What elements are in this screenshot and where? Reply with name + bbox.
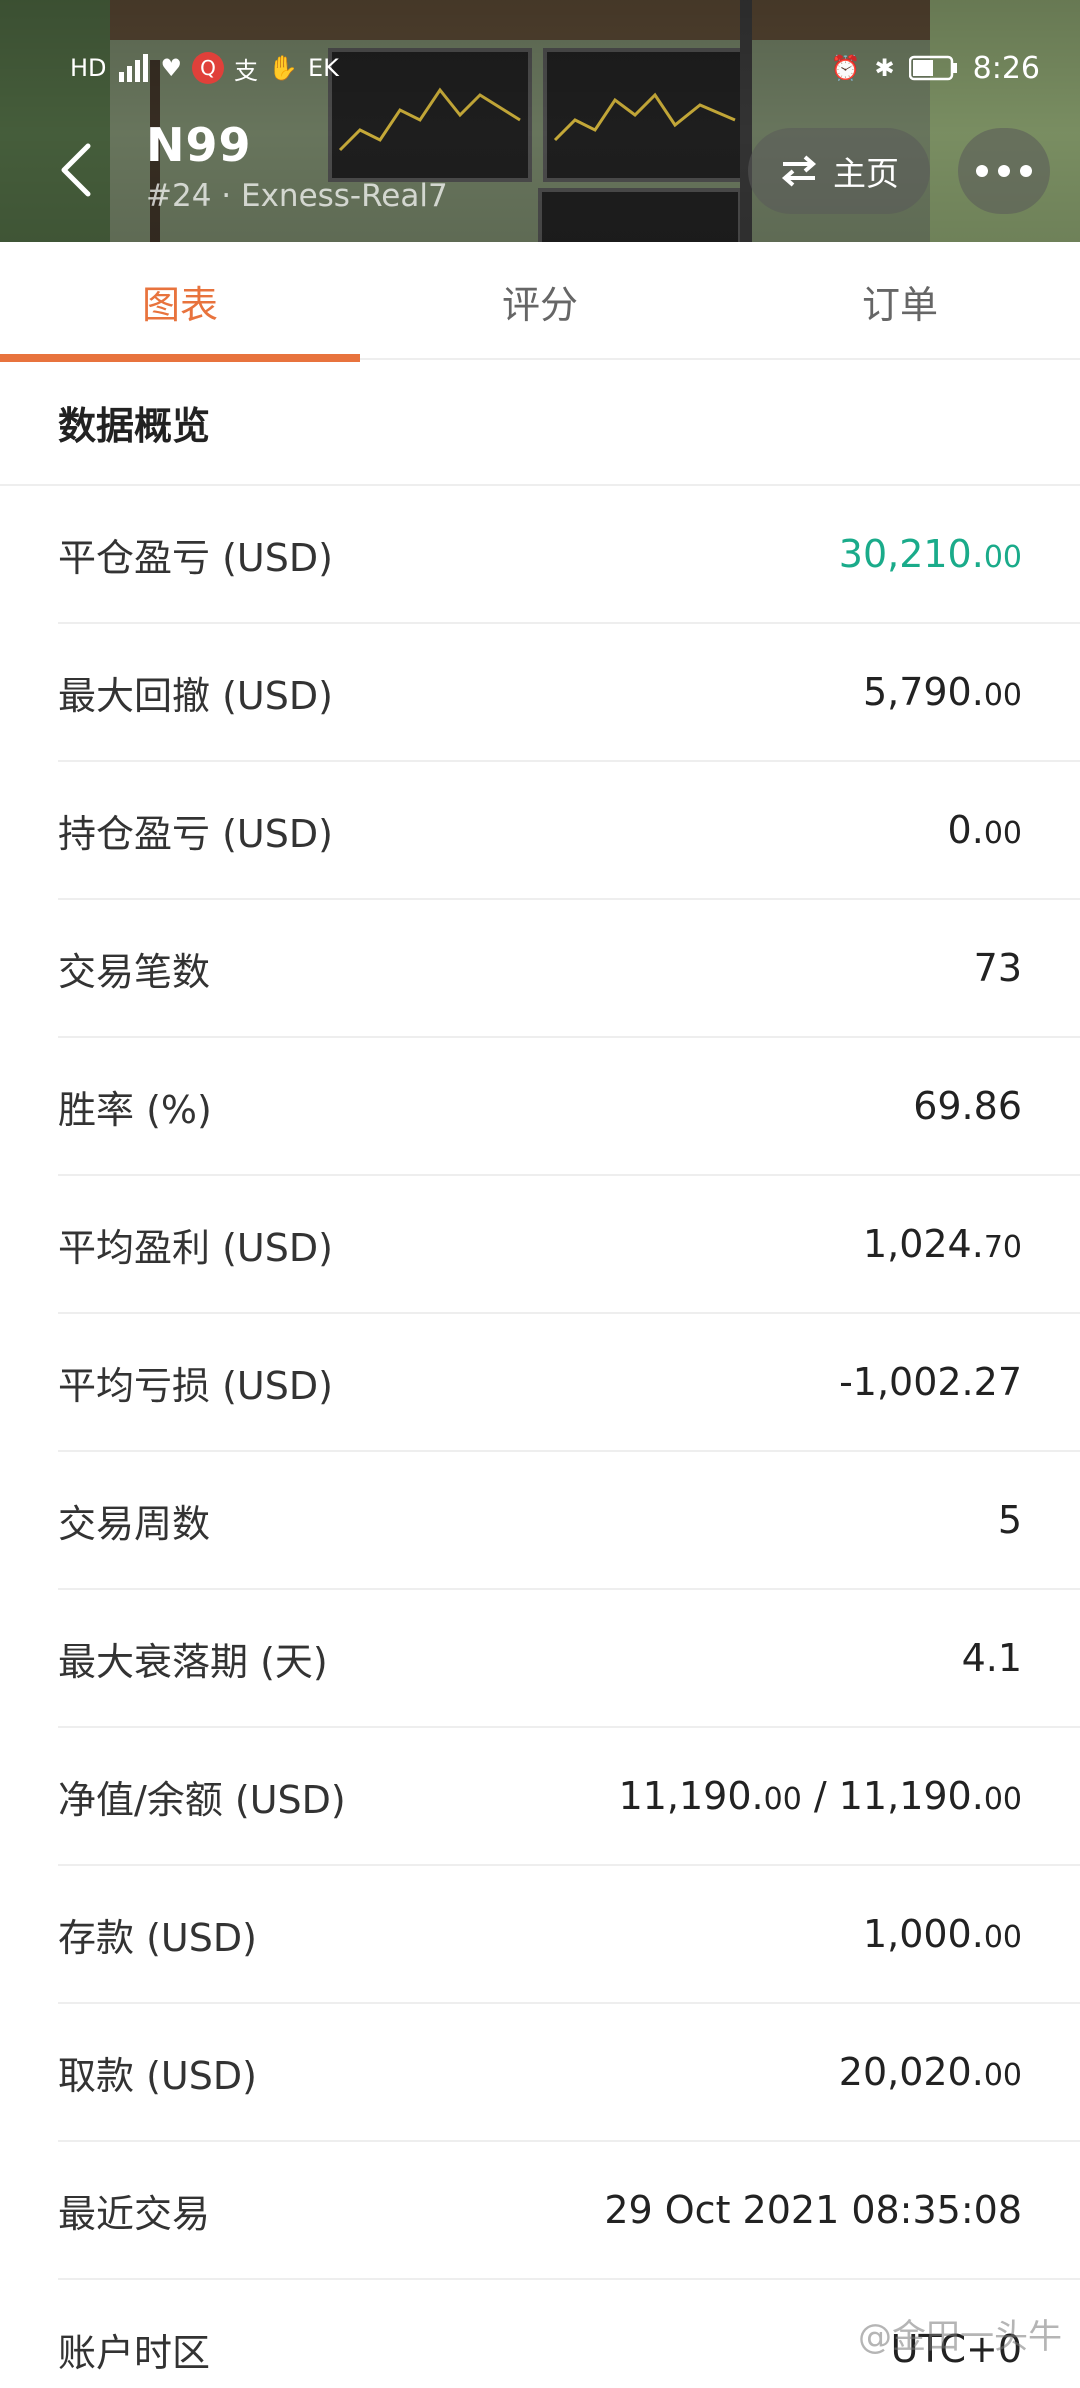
- swap-arrows-icon: [781, 155, 817, 187]
- back-button[interactable]: [46, 128, 106, 212]
- stat-value-dec: 00: [983, 2058, 1022, 2093]
- header-banner: HD ♥ Q 支 ✋ EK ⏰ ✱ 8:26 N99 #24 · Exness-…: [0, 0, 1080, 242]
- hd-icon: HD: [70, 54, 107, 82]
- stat-value-int: 1,000.: [862, 1912, 984, 1956]
- stats-list: 平仓盈亏 (USD) 30,210.00 最大回撤 (USD) 5,790.00…: [0, 486, 1080, 2388]
- more-options-button[interactable]: [958, 128, 1050, 214]
- status-right-icons: ⏰ ✱ 8:26: [831, 48, 1040, 88]
- stat-value: 29 Oct 2021 08:35:08: [604, 2188, 1022, 2232]
- stat-value-int: 5: [997, 1498, 1022, 1542]
- stat-label: 胜率 (%): [58, 1087, 212, 1132]
- status-left-icons: HD ♥ Q 支 ✋ EK: [70, 48, 339, 88]
- hand-icon: ✋: [268, 54, 298, 82]
- stat-label: 存款 (USD): [58, 1915, 257, 1960]
- tab-bar: 图表 评分 订单: [0, 242, 1080, 362]
- stat-value-dec: 00: [983, 678, 1022, 713]
- stat-row-avg-profit: 平均盈利 (USD) 1,024.70: [58, 1176, 1080, 1314]
- stat-value: 5: [998, 1498, 1022, 1542]
- stat-value-dec: 00: [763, 1782, 802, 1817]
- tab-orders[interactable]: 订单: [720, 242, 1080, 360]
- stat-value: 0.00: [948, 808, 1022, 852]
- tab-chart[interactable]: 图表: [0, 242, 360, 362]
- account-title: N99: [146, 118, 252, 172]
- watermark-text: @金田一头牛: [858, 2317, 1062, 2357]
- account-subtitle: #24 · Exness-Real7: [146, 178, 448, 214]
- alipay-icon: 支: [234, 56, 259, 85]
- stat-row-max-drawdown: 最大回撤 (USD) 5,790.00: [58, 624, 1080, 762]
- stat-value: -1,002.27: [839, 1360, 1022, 1404]
- stat-label: 最大回撤 (USD): [58, 673, 333, 718]
- more-dots-icon: [976, 165, 1032, 177]
- stat-label: 最大衰落期 (天): [58, 1639, 328, 1684]
- status-bar: HD ♥ Q 支 ✋ EK ⏰ ✱ 8:26: [70, 48, 1040, 88]
- stat-value-dec: 70: [983, 1230, 1022, 1265]
- alarm-icon: ⏰: [830, 54, 861, 82]
- stat-value-int: -1,002.27: [839, 1360, 1022, 1404]
- stat-row-max-decline-period: 最大衰落期 (天) 4.1: [58, 1590, 1080, 1728]
- tab-rating[interactable]: 评分: [360, 242, 720, 360]
- stat-value: 1,000.00: [863, 1912, 1022, 1956]
- stat-label: 净值/余额 (USD): [58, 1777, 346, 1822]
- stat-row-avg-loss: 平均亏损 (USD) -1,002.27: [58, 1314, 1080, 1452]
- stat-value-int: 11,190.: [618, 1774, 764, 1818]
- stat-label: 交易笔数: [58, 949, 211, 994]
- stat-label: 取款 (USD): [58, 2053, 257, 2098]
- stat-value-int: 20,020.: [838, 2050, 984, 2094]
- stat-value-dec: 00: [983, 540, 1022, 575]
- battery-icon: [908, 51, 959, 85]
- stat-label: 平均亏损 (USD): [58, 1363, 333, 1408]
- stat-value: 69.86: [913, 1084, 1022, 1128]
- stat-row-win-rate: 胜率 (%) 69.86: [58, 1038, 1080, 1176]
- stat-value: 20,020.00: [839, 2050, 1022, 2094]
- account-heading: N99 #24 · Exness-Real7: [146, 118, 448, 214]
- ek-icon: EK: [307, 54, 339, 82]
- stat-value-int: 69.86: [913, 1084, 1022, 1128]
- stat-label: 最近交易: [58, 2191, 211, 2236]
- stat-row-deposit: 存款 (USD) 1,000.00: [58, 1866, 1080, 2004]
- stat-row-open-pnl: 持仓盈亏 (USD) 0.00: [58, 762, 1080, 900]
- stat-value: 5,790.00: [863, 670, 1022, 714]
- stat-value: 4.1: [962, 1636, 1022, 1680]
- home-button-label: 主页: [833, 154, 899, 193]
- bluetooth-icon: ✱: [874, 54, 895, 82]
- section-title: 数据概览: [0, 360, 1080, 486]
- stat-label: 账户时区: [58, 2330, 211, 2375]
- stat-label: 持仓盈亏 (USD): [58, 811, 333, 856]
- stat-row-trading-weeks: 交易周数 5: [58, 1452, 1080, 1590]
- stat-value: 30,210.00: [839, 532, 1022, 576]
- stat-value: 73: [974, 946, 1022, 990]
- stat-value-int: 73: [973, 946, 1022, 990]
- stat-value-int: 29 Oct 2021 08:35:08: [604, 2188, 1022, 2232]
- stat-row-last-trade: 最近交易 29 Oct 2021 08:35:08: [58, 2142, 1080, 2280]
- stat-row-closed-pnl: 平仓盈亏 (USD) 30,210.00: [58, 486, 1080, 624]
- stat-label: 交易周数: [58, 1501, 211, 1546]
- stat-row-trade-count: 交易笔数 73: [58, 900, 1080, 1038]
- stat-value: 1,024.70: [863, 1222, 1022, 1266]
- signal-icon: [117, 51, 151, 85]
- stat-label: 平均盈利 (USD): [58, 1225, 333, 1270]
- stat-value-int: 4.1: [961, 1636, 1022, 1680]
- search-app-icon: Q: [192, 52, 225, 84]
- clock-time: 8:26: [972, 50, 1040, 86]
- stat-value: 11,190.00 / 11,190.00: [619, 1774, 1022, 1818]
- stat-value-int: 30,210.: [838, 532, 984, 576]
- stat-row-equity-balance: 净值/余额 (USD) 11,190.00 / 11,190.00: [58, 1728, 1080, 1866]
- stat-value-dec-2: 00: [983, 1782, 1022, 1817]
- stat-value-int: 5,790.: [862, 670, 984, 714]
- stat-value-dec: 00: [983, 1920, 1022, 1955]
- stat-value-int: 0.: [947, 808, 984, 852]
- stat-value-int-2: / 11,190.: [801, 1774, 984, 1818]
- stat-label: 平仓盈亏 (USD): [58, 535, 333, 580]
- stat-row-withdrawal: 取款 (USD) 20,020.00: [58, 2004, 1080, 2142]
- chevron-left-icon: [61, 143, 91, 197]
- heart-icon: ♥: [160, 54, 183, 82]
- home-button[interactable]: 主页: [748, 128, 930, 214]
- stat-value-int: 1,024.: [862, 1222, 984, 1266]
- stat-value-dec: 00: [983, 816, 1022, 851]
